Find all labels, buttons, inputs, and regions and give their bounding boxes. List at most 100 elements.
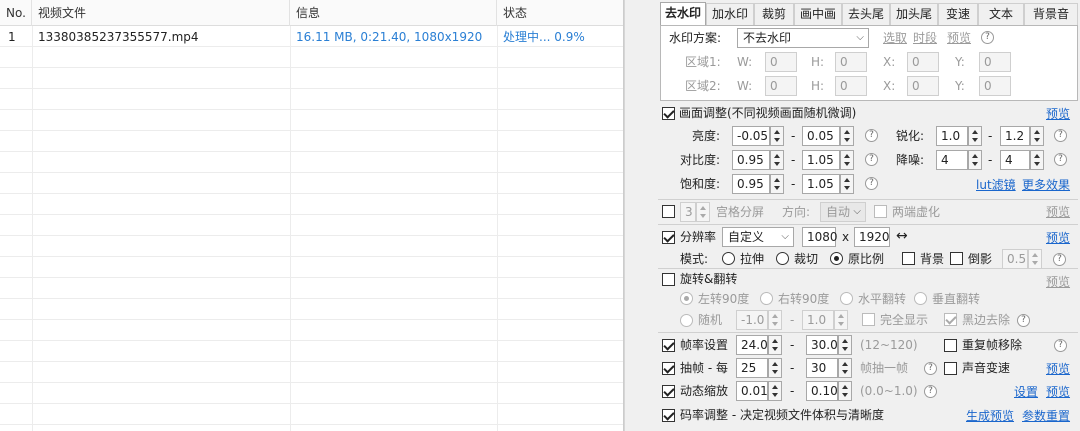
bitrate-checkbox[interactable] bbox=[662, 409, 675, 422]
rotate-preview-link[interactable]: 预览 bbox=[1046, 274, 1070, 290]
brightness-max-input[interactable]: 0.05 bbox=[802, 126, 840, 146]
framerate-max-spinner[interactable] bbox=[838, 335, 852, 355]
frame-drop-preview-link[interactable]: 预览 bbox=[1046, 361, 1070, 377]
dup-frame-checkbox[interactable] bbox=[944, 339, 957, 352]
grid-split-preview-link[interactable]: 预览 bbox=[1046, 204, 1070, 220]
resolution-checkbox[interactable] bbox=[662, 231, 675, 244]
resolution-height-input[interactable]: 1920 bbox=[854, 227, 890, 247]
random-max-input[interactable]: 1.0 bbox=[802, 310, 834, 330]
denoise-max-input[interactable]: 4 bbox=[1000, 150, 1030, 170]
contrast-max-input[interactable]: 1.05 bbox=[802, 150, 840, 170]
area1-y-input[interactable]: 0 bbox=[979, 52, 1011, 72]
direction-select[interactable]: 自动 ⌵ bbox=[820, 202, 866, 222]
rotate-random-radio[interactable] bbox=[680, 314, 693, 327]
framerate-checkbox[interactable] bbox=[662, 339, 675, 352]
help-icon[interactable]: ? bbox=[865, 177, 878, 190]
sharpen-min-spinner[interactable] bbox=[968, 126, 982, 146]
help-icon[interactable]: ? bbox=[924, 385, 937, 398]
reflection-input[interactable]: 0.5 bbox=[1002, 249, 1028, 269]
contrast-min-input[interactable]: 0.95 bbox=[732, 150, 770, 170]
col-header-file[interactable]: 视频文件 bbox=[32, 0, 290, 26]
full-show-checkbox[interactable] bbox=[862, 313, 875, 326]
frame-drop-every-input[interactable]: 25 bbox=[736, 358, 768, 378]
rotate-right-radio[interactable] bbox=[760, 292, 773, 305]
grid-split-count-input[interactable]: 3 bbox=[680, 202, 696, 222]
sharpen-max-input[interactable]: 1.2 bbox=[1000, 126, 1030, 146]
tab-remove-watermark[interactable]: 去水印 bbox=[660, 2, 706, 26]
picture-adjust-preview-link[interactable]: 预览 bbox=[1046, 106, 1070, 122]
dynamic-zoom-settings-link[interactable]: 设置 bbox=[1014, 384, 1038, 400]
random-min-input[interactable]: -1.0 bbox=[736, 310, 768, 330]
col-header-status[interactable]: 状态 bbox=[497, 0, 623, 26]
help-icon[interactable]: ? bbox=[1017, 314, 1030, 327]
resolution-width-input[interactable]: 1080 bbox=[802, 227, 838, 247]
dynamic-zoom-checkbox[interactable] bbox=[662, 385, 675, 398]
background-checkbox[interactable] bbox=[902, 252, 915, 265]
watermark-select-link[interactable]: 选取 bbox=[883, 30, 907, 46]
area1-x-input[interactable]: 0 bbox=[907, 52, 939, 72]
more-effects-link[interactable]: 更多效果 bbox=[1022, 177, 1070, 193]
reflection-spinner[interactable] bbox=[1028, 249, 1042, 269]
area1-w-input[interactable]: 0 bbox=[765, 52, 797, 72]
tab-pip[interactable]: 画中画 bbox=[794, 3, 842, 25]
flip-vertical-radio[interactable] bbox=[914, 292, 927, 305]
reflection-checkbox[interactable] bbox=[950, 252, 963, 265]
swap-icon[interactable]: ↔ bbox=[896, 228, 908, 244]
col-header-no[interactable]: No. bbox=[0, 0, 32, 26]
grid-split-spinner[interactable] bbox=[696, 202, 710, 222]
sharpen-max-spinner[interactable] bbox=[1030, 126, 1044, 146]
edge-blur-checkbox[interactable] bbox=[874, 205, 887, 218]
saturation-max-input[interactable]: 1.05 bbox=[802, 174, 840, 194]
frame-drop-checkbox[interactable] bbox=[662, 362, 675, 375]
contrast-max-spinner[interactable] bbox=[840, 150, 854, 170]
resolution-preview-link[interactable]: 预览 bbox=[1046, 230, 1070, 246]
saturation-max-spinner[interactable] bbox=[840, 174, 854, 194]
random-min-spinner[interactable] bbox=[768, 310, 782, 330]
flip-horizontal-radio[interactable] bbox=[840, 292, 853, 305]
help-icon[interactable]: ? bbox=[924, 362, 937, 375]
tab-bgm[interactable]: 背景音 bbox=[1024, 3, 1078, 25]
dynamic-zoom-min-spinner[interactable] bbox=[768, 381, 782, 401]
tab-trim[interactable]: 去头尾 bbox=[842, 3, 890, 25]
area1-h-input[interactable]: 0 bbox=[835, 52, 867, 72]
help-icon[interactable]: ? bbox=[865, 129, 878, 142]
grid-split-checkbox[interactable] bbox=[662, 205, 675, 218]
audio-speed-checkbox[interactable] bbox=[944, 362, 957, 375]
resolution-preset-select[interactable]: 自定义 ⌵ bbox=[722, 227, 794, 247]
mode-crop-radio[interactable] bbox=[776, 252, 789, 265]
mode-keep-ratio-radio[interactable] bbox=[830, 252, 843, 265]
random-max-spinner[interactable] bbox=[834, 310, 848, 330]
denoise-max-spinner[interactable] bbox=[1030, 150, 1044, 170]
frame-drop-frames-input[interactable]: 30 bbox=[806, 358, 838, 378]
contrast-min-spinner[interactable] bbox=[770, 150, 784, 170]
generate-preview-link[interactable]: 生成预览 bbox=[966, 408, 1014, 424]
saturation-min-spinner[interactable] bbox=[770, 174, 784, 194]
splitter[interactable] bbox=[624, 0, 640, 431]
area2-h-input[interactable]: 0 bbox=[835, 76, 867, 96]
help-icon[interactable]: ? bbox=[981, 31, 994, 44]
watermark-preview-link[interactable]: 预览 bbox=[947, 30, 971, 46]
tab-add-head-tail[interactable]: 加头尾 bbox=[890, 3, 938, 25]
brightness-min-spinner[interactable] bbox=[770, 126, 784, 146]
mode-stretch-radio[interactable] bbox=[722, 252, 735, 265]
area2-x-input[interactable]: 0 bbox=[907, 76, 939, 96]
denoise-min-spinner[interactable] bbox=[968, 150, 982, 170]
dynamic-zoom-preview-link[interactable]: 预览 bbox=[1046, 384, 1070, 400]
help-icon[interactable]: ? bbox=[1054, 339, 1067, 352]
denoise-min-input[interactable]: 4 bbox=[936, 150, 968, 170]
sharpen-min-input[interactable]: 1.0 bbox=[936, 126, 968, 146]
help-icon[interactable]: ? bbox=[1053, 253, 1066, 266]
picture-adjust-checkbox[interactable] bbox=[662, 107, 675, 120]
area2-y-input[interactable]: 0 bbox=[979, 76, 1011, 96]
framerate-min-spinner[interactable] bbox=[768, 335, 782, 355]
saturation-min-input[interactable]: 0.95 bbox=[732, 174, 770, 194]
framerate-max-input[interactable]: 30.0 bbox=[806, 335, 838, 355]
tab-crop[interactable]: 裁剪 bbox=[754, 3, 794, 25]
dynamic-zoom-max-spinner[interactable] bbox=[838, 381, 852, 401]
tab-text[interactable]: 文本 bbox=[978, 3, 1024, 25]
brightness-max-spinner[interactable] bbox=[840, 126, 854, 146]
tab-speed[interactable]: 变速 bbox=[938, 3, 978, 25]
lut-filter-link[interactable]: lut滤镜 bbox=[976, 177, 1016, 193]
dynamic-zoom-min-input[interactable]: 0.01 bbox=[736, 381, 768, 401]
area2-w-input[interactable]: 0 bbox=[765, 76, 797, 96]
